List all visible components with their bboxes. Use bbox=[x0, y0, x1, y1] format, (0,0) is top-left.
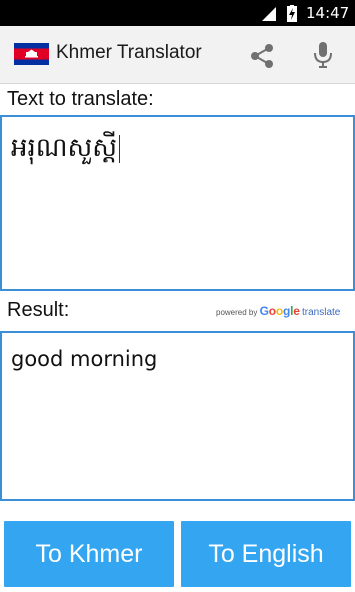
share-icon[interactable] bbox=[247, 41, 277, 71]
microphone-icon[interactable] bbox=[312, 40, 334, 70]
powered-by-suffix: translate bbox=[302, 307, 341, 318]
source-text-input[interactable]: អរុណសួស្តី bbox=[0, 115, 355, 291]
status-time: 14:47 bbox=[306, 4, 350, 22]
source-text-value[interactable]: អរុណសួស្តី bbox=[11, 131, 121, 169]
action-bar: Khmer Translator bbox=[0, 26, 355, 84]
cambodia-flag-icon bbox=[14, 43, 49, 65]
powered-by-google: powered by Google translate bbox=[216, 304, 340, 318]
text-cursor bbox=[119, 134, 121, 163]
to-english-button[interactable]: To English bbox=[181, 521, 351, 587]
battery-charging-icon bbox=[287, 5, 297, 22]
result-output[interactable]: good morning bbox=[0, 331, 355, 501]
source-label: Text to translate: bbox=[7, 88, 154, 110]
to-khmer-button[interactable]: To Khmer bbox=[4, 521, 174, 587]
status-bar: 14:47 bbox=[0, 0, 355, 26]
result-text-value: good morning bbox=[11, 347, 158, 371]
signal-icon bbox=[262, 7, 276, 21]
google-logo: Google bbox=[259, 304, 300, 318]
source-text-content: អរុណសួស្តី bbox=[11, 133, 118, 163]
app-title: Khmer Translator bbox=[56, 42, 202, 63]
result-label: Result: bbox=[7, 299, 70, 321]
powered-by-prefix: powered by bbox=[216, 308, 258, 317]
